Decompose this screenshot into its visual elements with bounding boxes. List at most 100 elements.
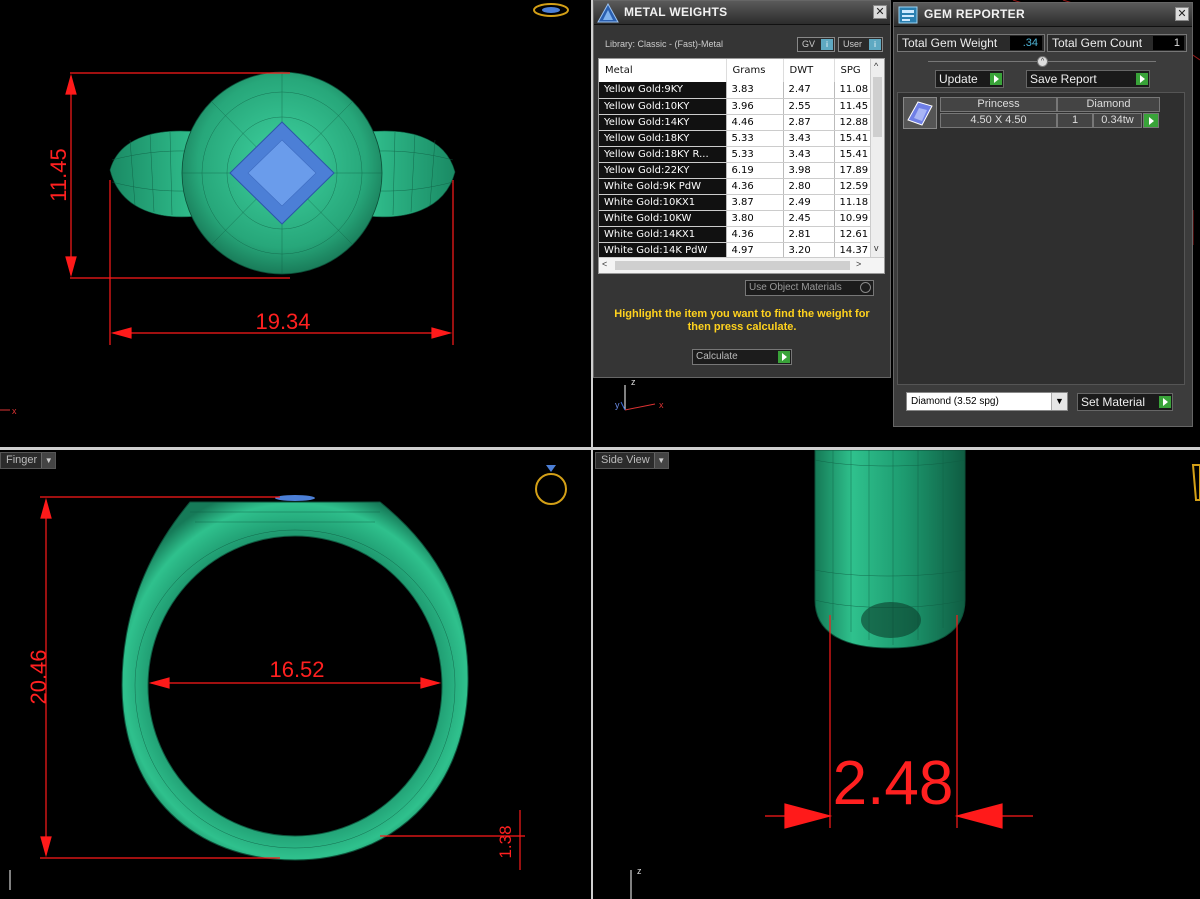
metal-name-cell: Yellow Gold:18KY R... [599, 146, 727, 163]
table-row[interactable]: White Gold:10KX1 3.87 2.49 11.18 [599, 194, 875, 211]
chevron-down-icon[interactable]: ▼ [1051, 393, 1067, 410]
gem-reporter-titlebar[interactable]: GEM REPORTER ✕ [894, 3, 1192, 27]
gem-go-button[interactable] [1143, 113, 1159, 128]
close-icon[interactable]: ✕ [1175, 7, 1189, 21]
chevron-down-icon[interactable]: ▼ [41, 453, 56, 468]
user-toggle[interactable]: User i [838, 37, 883, 52]
spg-cell: 12.61 [834, 226, 875, 243]
dwt-cell: 2.81 [783, 226, 835, 243]
close-icon[interactable]: ✕ [873, 5, 887, 19]
scroll-up-icon[interactable]: ^ [874, 61, 878, 71]
dwt-cell: 3.98 [783, 162, 835, 179]
column-header-dwt[interactable]: DWT [783, 59, 835, 82]
gem-material-cell: Diamond [1057, 97, 1160, 112]
top-width-dimension: 19.34 [255, 309, 310, 334]
scrollbar-thumb[interactable] [615, 261, 850, 270]
use-object-materials-toggle[interactable]: Use Object Materials [745, 280, 874, 296]
table-row[interactable]: Yellow Gold:22KY 6.19 3.98 17.89 [599, 162, 875, 179]
table-row[interactable]: White Gold:9K PdW 4.36 2.80 12.59 [599, 178, 875, 195]
spg-cell: 10.99 [834, 210, 875, 227]
spg-cell: 11.18 [834, 194, 875, 211]
scroll-left-icon[interactable]: < [602, 259, 607, 269]
update-button[interactable]: Update [935, 70, 1004, 88]
finger-height-dimension: 20.46 [26, 649, 51, 704]
dwt-cell: 3.20 [783, 242, 835, 259]
table-row[interactable]: White Gold:14K PdW 4.97 3.20 14.37 [599, 242, 875, 259]
dwt-cell: 3.43 [783, 146, 835, 163]
play-icon [778, 351, 790, 363]
metal-weights-titlebar[interactable]: METAL WEIGHTS ✕ [594, 1, 890, 25]
grams-cell: 5.33 [726, 130, 784, 147]
spg-cell: 17.89 [834, 162, 875, 179]
finger-view-label[interactable]: Finger ▼ [0, 452, 57, 469]
viewport-splitter-horizontal[interactable] [0, 447, 1200, 450]
grams-cell: 4.36 [726, 178, 784, 195]
scrollbar-thumb[interactable] [873, 77, 882, 137]
side-viewport[interactable]: 2.48 z Side View ▼ [593, 450, 1200, 899]
princess-gem-thumbnail[interactable] [903, 97, 937, 129]
calculate-button[interactable]: Calculate [692, 349, 792, 365]
gem-weight-cell: 0.34tw [1093, 113, 1142, 128]
gv-toggle[interactable]: GV i [797, 37, 835, 52]
metal-name-cell: White Gold:14K PdW [599, 242, 727, 259]
table-row[interactable]: White Gold:14KX1 4.36 2.81 12.61 [599, 226, 875, 243]
spg-cell: 15.41 [834, 146, 875, 163]
shank-thickness-dimension: 1.38 [496, 825, 515, 858]
scroll-down-icon[interactable]: v [874, 243, 879, 253]
gem-reporter-title: GEM REPORTER [924, 7, 1025, 21]
column-header-grams[interactable]: Grams [726, 59, 784, 82]
grams-cell: 4.36 [726, 226, 784, 243]
column-header-metal[interactable]: Metal [599, 59, 727, 82]
spg-cell: 14.37 [834, 242, 875, 259]
column-header-spg[interactable]: SPG [834, 59, 875, 82]
grams-cell: 6.19 [726, 162, 784, 179]
gem-count-cell: 1 [1057, 113, 1093, 128]
grams-cell: 5.33 [726, 146, 784, 163]
info-icon: i [821, 39, 833, 50]
metal-name-cell: White Gold:10KX1 [599, 194, 727, 211]
metal-name-cell: White Gold:10KW [599, 210, 727, 227]
table-row[interactable]: White Gold:10KW 3.80 2.45 10.99 [599, 210, 875, 227]
table-row[interactable]: Yellow Gold:10KY 3.96 2.55 11.45 [599, 98, 875, 115]
table-row[interactable]: Yellow Gold:9KY 3.83 2.47 11.08 [599, 82, 875, 99]
chevron-down-icon[interactable]: ▼ [653, 453, 668, 468]
save-report-button[interactable]: Save Report [1026, 70, 1150, 88]
table-row[interactable]: Yellow Gold:18KY 5.33 3.43 15.41 [599, 130, 875, 147]
metal-name-cell: Yellow Gold:18KY [599, 130, 727, 147]
gem-reporter-logo-icon [898, 6, 918, 24]
scroll-right-icon[interactable]: > [856, 259, 861, 269]
dwt-cell: 2.49 [783, 194, 835, 211]
table-row[interactable]: Yellow Gold:18KY R... 5.33 3.43 15.41 [599, 146, 875, 163]
dwt-cell: 3.43 [783, 130, 835, 147]
info-icon: i [869, 39, 881, 50]
metal-name-cell: Yellow Gold:14KY [599, 114, 727, 131]
set-material-button[interactable]: Set Material [1077, 393, 1173, 411]
top-viewport[interactable]: 11.45 19.34 x [0, 0, 591, 447]
top-view-canvas: 11.45 19.34 x [0, 3, 569, 416]
axis-gizmo: z y x [615, 377, 664, 411]
finger-viewport[interactable]: 20.46 16.52 1.38 Finger ▼ [0, 450, 591, 899]
vertical-scrollbar[interactable]: ^ v [870, 59, 884, 259]
material-select[interactable]: Diamond (3.52 spg) ▼ [906, 392, 1068, 411]
table-row[interactable]: Yellow Gold:14KY 4.46 2.87 12.88 [599, 114, 875, 131]
grams-cell: 4.46 [726, 114, 784, 131]
spg-cell: 12.88 [834, 114, 875, 131]
total-gem-weight-value: .34 [1010, 36, 1042, 50]
metal-weights-logo-icon [597, 3, 619, 23]
metal-name-cell: Yellow Gold:22KY [599, 162, 727, 179]
spg-cell: 11.45 [834, 98, 875, 115]
grams-cell: 3.96 [726, 98, 784, 115]
svg-text:z: z [637, 866, 642, 876]
side-view-label[interactable]: Side View ▼ [595, 452, 669, 469]
finger-hole [147, 535, 443, 837]
play-icon [1136, 73, 1148, 85]
dwt-cell: 2.80 [783, 178, 835, 195]
dwt-cell: 2.55 [783, 98, 835, 115]
inner-diameter-dimension: 16.52 [269, 657, 324, 682]
side-view-canvas: 2.48 z [630, 450, 1200, 899]
horizontal-scrollbar[interactable]: < > [599, 257, 884, 273]
metal-name-cell: Yellow Gold:9KY [599, 82, 727, 99]
collapse-icon[interactable]: ^ [1037, 56, 1048, 67]
svg-text:x: x [659, 400, 664, 410]
play-icon [990, 73, 1002, 85]
